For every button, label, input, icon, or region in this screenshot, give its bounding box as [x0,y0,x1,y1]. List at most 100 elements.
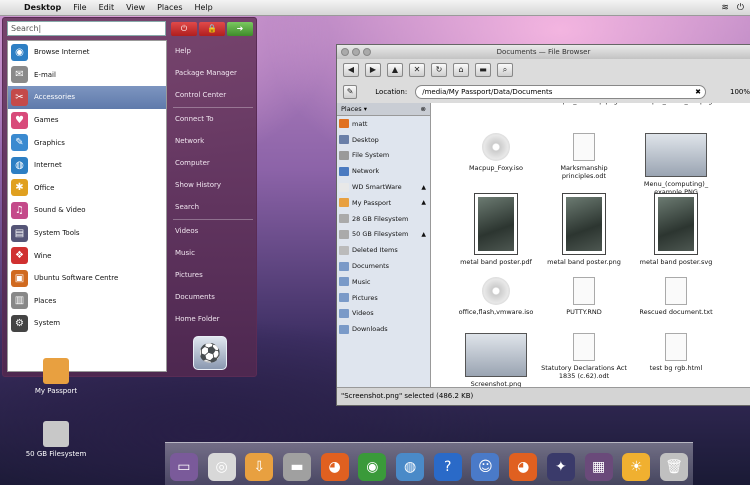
link-package-manager[interactable]: Package Manager [171,62,255,84]
file-item[interactable]: office,flash,vmware.iso [451,277,541,316]
lock-button[interactable]: 🔒 [199,22,225,36]
link-computer[interactable]: Computer [171,152,255,174]
dock-help-icon[interactable]: ? [433,453,462,481]
eject-icon[interactable]: ▲ [421,199,426,206]
place-item[interactable]: Downloads [337,321,430,337]
file-item[interactable]: Menu_(computing)_ example.PNG [631,133,721,196]
category-item[interactable]: ▤ System Tools [8,222,166,245]
place-item[interactable]: File System [337,148,430,164]
link-connect-to[interactable]: Connect To [171,108,255,130]
zoom-level[interactable]: 100% [730,88,750,96]
category-item[interactable]: ✉ E-mail [8,64,166,87]
back-icon[interactable]: ◀ [343,63,359,77]
link-documents[interactable]: Documents [171,286,255,308]
place-item[interactable]: Documents [337,258,430,274]
dock-chrome-icon[interactable]: ◉ [358,453,387,481]
file-item[interactable]: metal band poster.svg [631,193,721,266]
dock-firefox-alt-icon[interactable]: ◕ [509,453,538,481]
category-item[interactable]: ✱ Office [8,177,166,200]
shutdown-button[interactable]: ⏻ [171,22,197,36]
file-item[interactable]: PUTTY.RND [539,277,629,316]
link-videos[interactable]: Videos [171,220,255,242]
file-item[interactable]: 120pro_menu_bar.png [631,103,721,105]
user-avatar[interactable]: ⚽ [193,336,227,370]
file-item[interactable]: metal band poster.png [539,193,629,266]
home-icon[interactable]: ⌂ [453,63,469,77]
link-help[interactable]: Help [171,40,255,62]
reload-icon[interactable]: ↻ [431,63,447,77]
file-item[interactable]: Rescued document.txt [631,277,721,316]
dock-disc-icon[interactable]: ◎ [207,453,236,481]
menu-edit[interactable]: Edit [93,3,121,12]
category-item[interactable]: ▣ Ubuntu Software Centre [8,267,166,290]
link-show-history[interactable]: Show History [171,174,255,196]
menu-view[interactable]: View [120,3,151,12]
place-item[interactable]: Network [337,163,430,179]
location-input[interactable]: /media/My Passport/Data/Documents ✖ [415,85,706,99]
desktop-icon-my-passport[interactable]: My Passport [16,358,96,395]
file-item[interactable]: Marksmanship principles.odt [539,133,629,180]
places-header[interactable]: Places ▾ ⊗ [337,103,430,116]
menu-desktop[interactable]: Desktop [18,3,67,12]
place-item[interactable]: matt [337,116,430,132]
go-button[interactable]: ➜ [227,22,253,36]
dock-weather-icon[interactable]: ☀ [622,453,651,481]
dock-usb-drive-icon[interactable]: ⇩ [245,453,274,481]
menu-file[interactable]: File [67,3,92,12]
dock-screenshot-icon[interactable]: ▦ [584,453,613,481]
file-item[interactable]: Macpup_Foxy.iso [451,133,541,172]
place-item[interactable]: Pictures [337,290,430,306]
forward-icon[interactable]: ▶ [365,63,381,77]
desktop-icon-50gb[interactable]: 50 GB Filesystem [16,421,96,458]
place-item[interactable]: WD SmartWare ▲ [337,179,430,195]
place-item[interactable]: Deleted Items [337,242,430,258]
search-input[interactable] [7,21,166,36]
search-icon[interactable]: ⌕ [497,63,513,77]
close-icon[interactable]: ⊗ [421,105,426,113]
menu-places[interactable]: Places [151,3,188,12]
up-icon[interactable]: ▲ [387,63,403,77]
computer-icon[interactable]: ▬ [475,63,491,77]
window-titlebar[interactable]: Documents — File Browser [337,45,750,59]
link-music[interactable]: Music [171,242,255,264]
wifi-icon[interactable]: ≋ [721,3,729,13]
power-icon[interactable]: ⏻ [737,3,744,13]
dock-network-globe-icon[interactable]: ◍ [396,453,425,481]
category-item[interactable]: ▥ Places [8,290,166,313]
file-item[interactable]: 120pro_Desktop.png [539,103,629,105]
close-icon[interactable] [341,48,349,56]
dock-firefox-icon[interactable]: ◕ [320,453,349,481]
stop-icon[interactable]: ✕ [409,63,425,77]
file-item[interactable]: metal band poster.pdf [451,193,541,266]
place-item[interactable]: Desktop [337,132,430,148]
file-item[interactable]: Kitz Clausol bt Server.txt [451,103,541,105]
category-item[interactable]: ◍ Internet [8,154,166,177]
minimize-icon[interactable] [352,48,360,56]
place-item[interactable]: My Passport ▲ [337,195,430,211]
dock-finder-icon[interactable]: ☺ [471,453,500,481]
link-home-folder[interactable]: Home Folder [171,308,255,330]
category-item[interactable]: ❖ Wine [8,244,166,267]
place-item[interactable]: Videos [337,306,430,322]
link-network[interactable]: Network [171,130,255,152]
category-item[interactable]: ✂ Accessories [8,86,166,109]
category-item[interactable]: ✎ Graphics [8,131,166,154]
maximize-icon[interactable] [363,48,371,56]
place-item[interactable]: Music [337,274,430,290]
clear-icon[interactable]: ✖ [695,88,701,96]
dock-desktop-icon[interactable]: ▭ [169,453,198,481]
file-item[interactable]: Screenshot.png [451,333,541,388]
file-item[interactable]: Statutory Declarations Act 1835 (c.62).o… [539,333,629,380]
edit-location-icon[interactable]: ✎ [343,85,358,99]
category-item[interactable]: ◉ Browse Internet [8,41,166,64]
eject-icon[interactable]: ▲ [421,231,426,238]
dock-trash-icon[interactable]: 🗑 [659,453,688,481]
dock-hard-drive-icon[interactable]: ▬ [282,453,311,481]
menu-help[interactable]: Help [189,3,219,12]
category-item[interactable]: ♫ Sound & Video [8,199,166,222]
place-item[interactable]: 28 GB Filesystem [337,211,430,227]
link-search[interactable]: Search [171,196,255,218]
file-item[interactable]: test bg rgb.html [631,333,721,372]
category-item[interactable]: ⚙ System [8,312,166,335]
place-item[interactable]: 50 GB Filesystem ▲ [337,227,430,243]
